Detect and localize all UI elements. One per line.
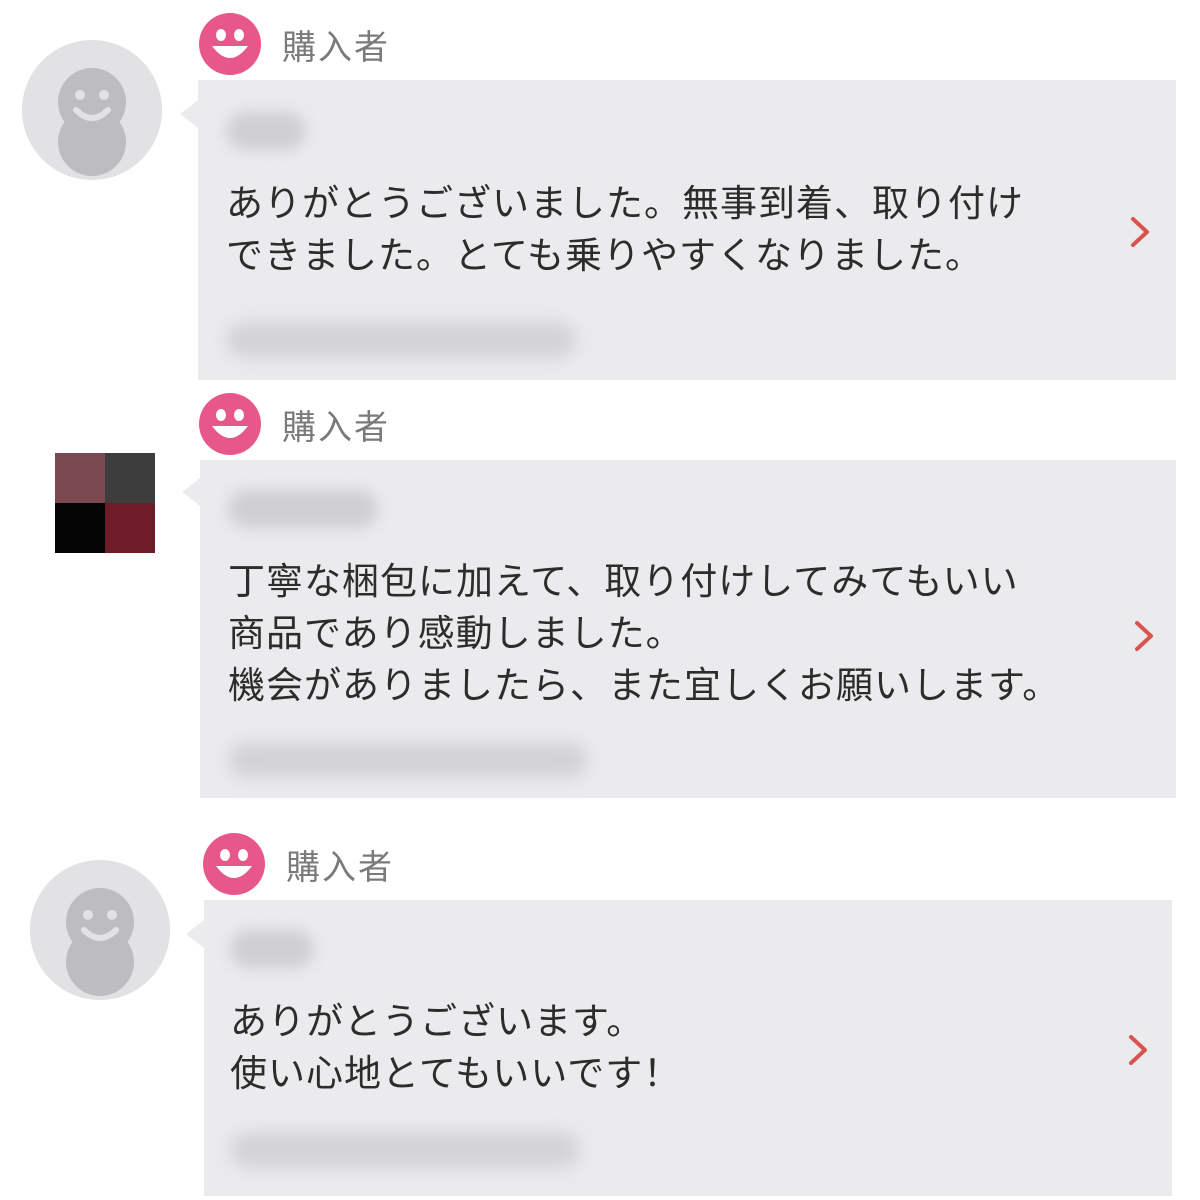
- role-label: 購入者: [282, 27, 390, 68]
- chevron-right-icon[interactable]: [1128, 214, 1152, 250]
- smiley-face-icon: [199, 393, 261, 455]
- review-item: 購入者 丁寧な梱包に加えて、取り付けしてみてもいい 商品であり感動しました。 機…: [0, 380, 1200, 800]
- review-item: 購入者 ありがとうございます。 使い心地とてもいいです！: [0, 820, 1200, 1200]
- review-text: 丁寧な梱包に加えて、取り付けしてみてもいい 商品であり感動しました。 機会があり…: [228, 560, 1061, 707]
- review-text: ありがとうございます。 使い心地とてもいいです！: [230, 1000, 682, 1095]
- role-label: 購入者: [286, 847, 394, 888]
- review-bubble[interactable]: 丁寧な梱包に加えて、取り付けしてみてもいい 商品であり感動しました。 機会があり…: [200, 460, 1176, 798]
- chevron-right-icon[interactable]: [1126, 1032, 1150, 1068]
- smiley-face-icon: [203, 833, 265, 895]
- review-bubble[interactable]: ありがとうございました。無事到着、取り付け できました。とても乗りやすくなりまし…: [198, 80, 1176, 380]
- role-row: 購入者: [202, 832, 394, 896]
- reviewer-name-blurred: [230, 930, 314, 968]
- reviewer-name-blurred: [228, 490, 378, 528]
- role-row: 購入者: [198, 392, 390, 456]
- bubble-tail: [182, 478, 200, 506]
- review-bubble[interactable]: ありがとうございます。 使い心地とてもいいです！: [204, 900, 1172, 1196]
- default-avatar-icon[interactable]: [22, 40, 162, 180]
- bubble-tail: [186, 920, 204, 948]
- review-date-blurred: [226, 322, 576, 358]
- review-date-blurred: [230, 1132, 580, 1168]
- bubble-tail: [180, 100, 198, 128]
- mosaic-avatar-image[interactable]: [55, 453, 155, 553]
- default-avatar-icon[interactable]: [30, 860, 170, 1000]
- review-text: ありがとうございました。無事到着、取り付け できました。とても乗りやすくなりまし…: [226, 182, 1024, 277]
- role-row: 購入者: [198, 12, 390, 76]
- chevron-right-icon[interactable]: [1132, 618, 1156, 654]
- reviewer-name-blurred: [226, 112, 306, 150]
- review-item: 購入者 ありがとうございました。無事到着、取り付け できました。とても乗りやすく…: [0, 0, 1200, 380]
- smiley-face-icon: [199, 13, 261, 75]
- review-date-blurred: [228, 742, 588, 778]
- role-label: 購入者: [282, 407, 390, 448]
